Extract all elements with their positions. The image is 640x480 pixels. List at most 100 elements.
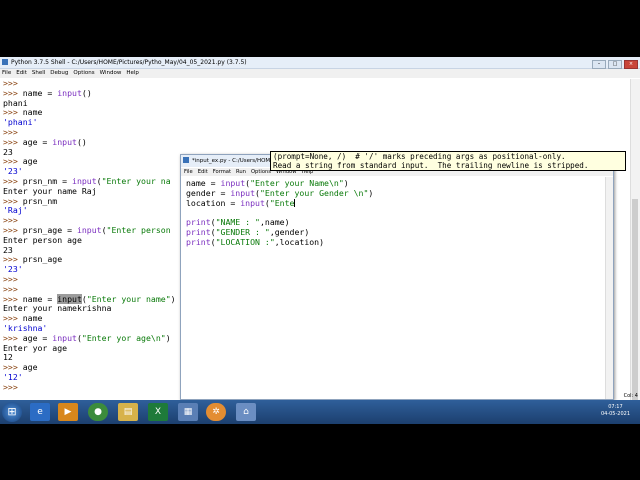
code-token: ) — [343, 178, 349, 188]
code-token: input — [240, 197, 265, 208]
editor-menu-edit[interactable]: Edit — [198, 169, 208, 175]
shell-window-controls: – □ × — [590, 58, 638, 69]
chrome-icon[interactable]: ● — [88, 403, 108, 421]
code-token: name = — [22, 87, 58, 98]
code-token: print — [186, 236, 211, 247]
excel-icon[interactable]: X — [148, 403, 168, 421]
editor-menu-format[interactable]: Format — [213, 169, 231, 175]
media-player-icon[interactable]: ▶ — [58, 403, 78, 421]
editor-code[interactable]: name = input("Enter your Name\n") gender … — [186, 178, 373, 248]
code-token: prsn_age = — [22, 224, 77, 235]
code-token: >>> — [3, 136, 23, 147]
scrollbar-thumb[interactable] — [632, 199, 638, 409]
code-token: >>> — [3, 283, 18, 294]
top-letterbox — [0, 0, 640, 57]
code-token: "Ente — [269, 197, 295, 208]
shell-scrollbar[interactable] — [630, 79, 640, 419]
shell-menu-window[interactable]: Window — [100, 70, 122, 76]
code-token: "NAME : " — [215, 217, 260, 228]
code-token: input — [57, 87, 82, 98]
code-token: input — [230, 187, 256, 198]
shell-menu-options[interactable]: Options — [73, 70, 94, 76]
shell-line: phani — [3, 98, 603, 109]
code-token: >>> — [3, 313, 23, 324]
code-token: >>> — [3, 381, 23, 392]
internet-explorer-icon[interactable]: e — [30, 403, 50, 421]
clock-date: 04-05-2021 — [600, 411, 630, 417]
code-token: name = — [22, 293, 58, 304]
code-token: "GENDER : " — [215, 226, 270, 237]
code-token: input — [76, 224, 102, 235]
code-token: gender = — [186, 187, 231, 198]
code-token: prsn_nm = — [22, 175, 73, 186]
tray-clock[interactable]: 07:17 04-05-2021 — [601, 404, 630, 418]
maximize-icon[interactable]: □ — [608, 60, 622, 69]
text-cursor — [294, 198, 296, 207]
settings-icon[interactable]: ✲ — [206, 403, 226, 421]
taskbar: ⊞ e ▶ ● ▤ X ▦ ✲ ⌂ 07:17 04-05-2021 — [0, 400, 640, 424]
editor-menu-run[interactable]: Run — [236, 169, 246, 175]
code-token: ) — [170, 293, 176, 304]
code-token: >>> — [3, 273, 18, 284]
shell-menubar: File Edit Shell Debug Options Window Help — [0, 69, 640, 78]
code-token: 23 — [3, 146, 13, 157]
editor-scrollbar[interactable] — [605, 177, 613, 399]
code-token: "Enter your na — [101, 175, 171, 186]
code-token: >>> — [3, 175, 23, 186]
python-taskbar-icon[interactable]: ⌂ — [236, 403, 256, 421]
tooltip-line: (prompt=None, /) # '/' marks preceding a… — [273, 152, 566, 161]
python-file-icon — [183, 157, 189, 163]
shell-line: >>> name = input() — [3, 87, 603, 99]
code-token: >>> — [3, 195, 23, 206]
shell-status: Col: 4 — [623, 393, 638, 399]
calltip-tooltip: (prompt=None, /) # '/' marks preceding a… — [270, 151, 626, 171]
shell-menu-debug[interactable]: Debug — [50, 70, 68, 76]
code-token: >>> — [3, 156, 23, 167]
editor-menu-options[interactable]: Options — [251, 169, 271, 175]
code-token: >>> — [3, 254, 23, 265]
shell-line: 'phani' — [3, 117, 603, 128]
shell-menu-help[interactable]: Help — [126, 70, 139, 76]
code-token: ,location) — [274, 236, 325, 247]
code-token: Enter yor age — [3, 342, 68, 353]
code-token: input — [52, 136, 77, 147]
code-token: location = — [186, 197, 241, 208]
minimize-icon[interactable]: – — [592, 60, 606, 69]
shell-menu-edit[interactable]: Edit — [16, 70, 27, 76]
code-token: "Enter your name" — [86, 293, 171, 304]
code-token: Enter person age — [3, 234, 82, 245]
code-token: 'Raj' — [3, 205, 28, 216]
control-panel-icon[interactable]: ▦ — [178, 403, 198, 421]
start-button[interactable]: ⊞ — [2, 402, 22, 422]
code-token: age — [22, 156, 38, 167]
editor-window[interactable]: *input_ex.py - C:/Users/HOME/Pictures/Py… — [180, 154, 614, 400]
shell-menu-shell[interactable]: Shell — [32, 70, 45, 76]
shell-title-bar[interactable]: Python 3.7.5 Shell - C:/Users/HOME/Pictu… — [0, 57, 640, 69]
system-tray: 07:17 04-05-2021 — [530, 400, 640, 424]
code-token: 'krishna' — [3, 322, 48, 333]
code-token: 23 — [3, 244, 13, 255]
code-token: age = — [22, 332, 53, 343]
code-token: print — [186, 217, 211, 228]
code-token: '12' — [3, 371, 23, 382]
code-token: 'phani' — [3, 117, 38, 128]
shell-line: >>> name — [3, 107, 603, 118]
code-token: "LOCATION :" — [215, 236, 275, 247]
code-token: name — [22, 313, 43, 324]
clock-time: 07:17 — [608, 404, 623, 410]
code-token: >>> — [3, 362, 23, 373]
code-token: input — [52, 332, 77, 343]
code-token: >>> — [3, 332, 23, 343]
code-token: input — [57, 293, 82, 304]
editor-menu-file[interactable]: File — [184, 169, 193, 175]
code-token: "Enter your Gender \n" — [259, 187, 369, 198]
code-token: "Enter yor age\n" — [81, 332, 166, 343]
code-token: >>> — [3, 78, 18, 88]
file-explorer-icon[interactable]: ▤ — [118, 403, 138, 421]
shell-menu-file[interactable]: File — [2, 70, 11, 76]
code-token: ) — [165, 332, 171, 343]
code-token: >>> — [3, 126, 18, 137]
code-token: '23' — [3, 264, 23, 275]
code-token: input — [72, 175, 97, 186]
close-icon[interactable]: × — [624, 60, 638, 69]
